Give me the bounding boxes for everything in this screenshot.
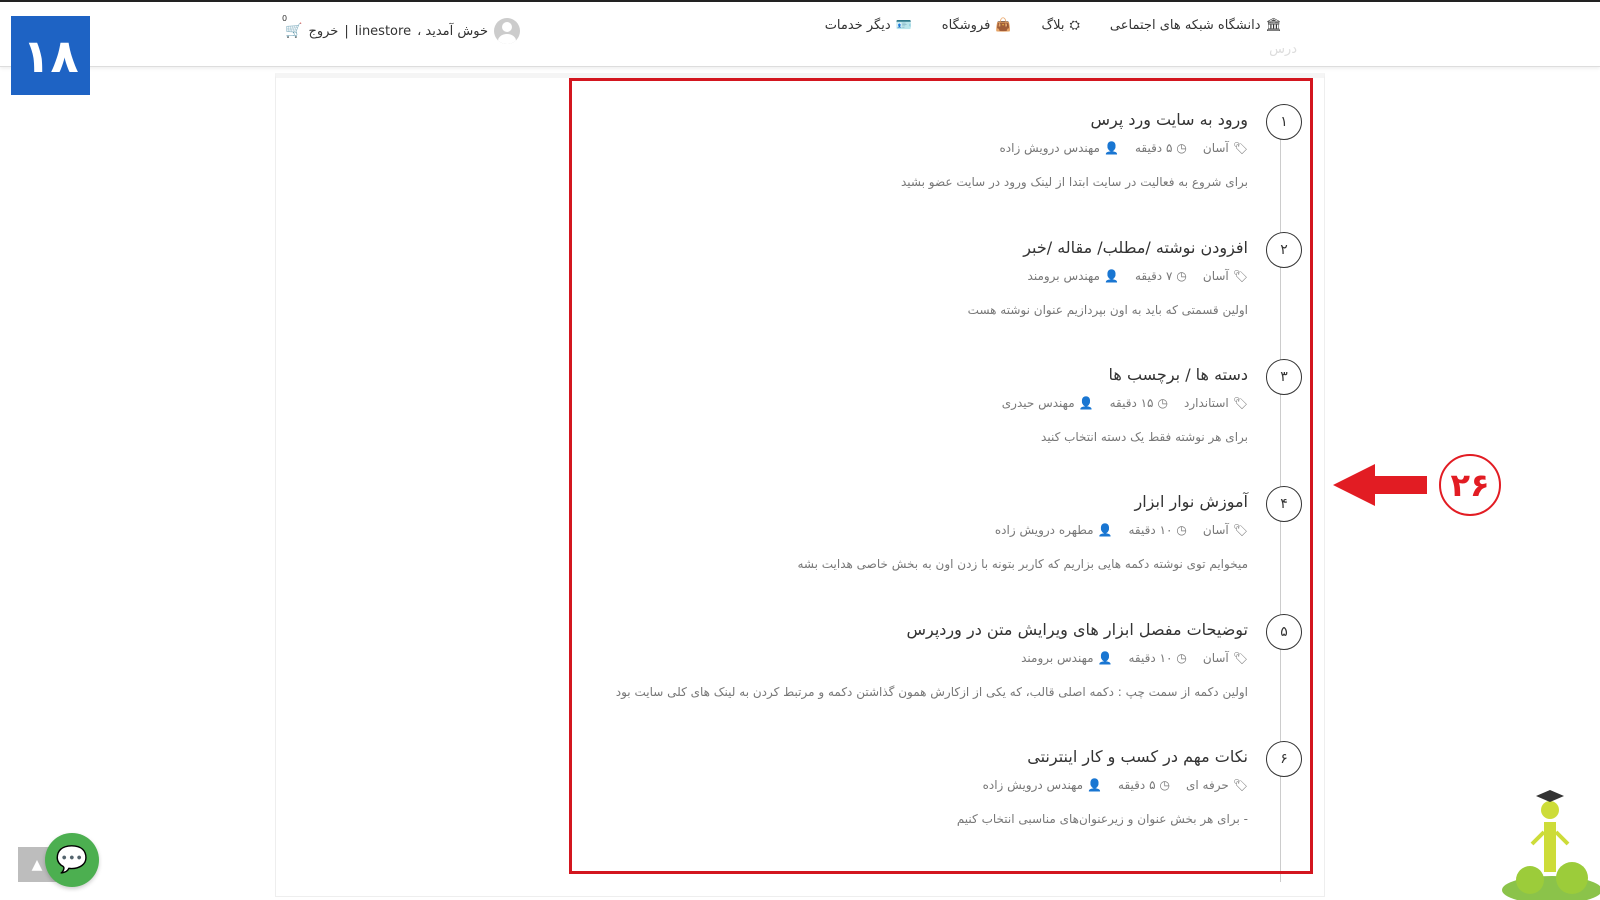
- nav-item-other-services[interactable]: 🪪 دیگر خدمات: [825, 18, 912, 33]
- ghost-text: درس: [1269, 42, 1297, 57]
- nav-item-label: دیگر خدمات: [824, 18, 891, 33]
- nav-item-shop[interactable]: 👜 فروشگاه: [942, 18, 1012, 33]
- mascot-logo: [1502, 790, 1600, 900]
- chat-icon: 💬: [55, 845, 89, 875]
- highlight-frame: [569, 78, 1313, 874]
- nav-item-blog[interactable]: ⛭ بلاگ: [1042, 18, 1080, 33]
- main-nav: 🏛 دانشگاه شبکه های اجتماعی ⛭ بلاگ 👜 فروش…: [825, 18, 1282, 33]
- annotation-number: ۲۶: [1439, 454, 1501, 516]
- nav-item-label: دانشگاه شبکه های اجتماعی: [1109, 18, 1261, 33]
- separator: |: [344, 23, 349, 39]
- logout-link[interactable]: خروج: [308, 24, 338, 39]
- chat-button[interactable]: 💬: [45, 833, 99, 887]
- arrow-left-icon: [1333, 464, 1427, 506]
- sitemap-icon: ⛭: [1069, 18, 1080, 33]
- welcome-text: خوش آمدید ،: [417, 23, 488, 39]
- cart-count: 0: [282, 14, 288, 23]
- university-icon: 🏛: [1265, 18, 1282, 33]
- chevron-up-icon: ▲: [31, 856, 43, 873]
- nav-item-label: بلاگ: [1041, 18, 1065, 33]
- episode-badge: ۱۸: [11, 16, 90, 95]
- avatar[interactable]: [494, 18, 520, 44]
- cart-icon[interactable]: 🛒 0: [282, 14, 302, 39]
- nav-item-label: فروشگاه: [941, 18, 991, 33]
- shopping-bag-icon: 👜: [995, 18, 1012, 33]
- username-link[interactable]: linestore: [355, 24, 411, 39]
- user-area: خوش آمدید ، linestore | خروج 🛒 0: [282, 14, 520, 44]
- top-navbar: 🏛 دانشگاه شبکه های اجتماعی ⛭ بلاگ 👜 فروش…: [0, 0, 1600, 67]
- nav-item-university[interactable]: 🏛 دانشگاه شبکه های اجتماعی: [1110, 18, 1282, 33]
- annotation: ۲۶: [1333, 452, 1503, 518]
- id-card-icon: 🪪: [895, 18, 912, 33]
